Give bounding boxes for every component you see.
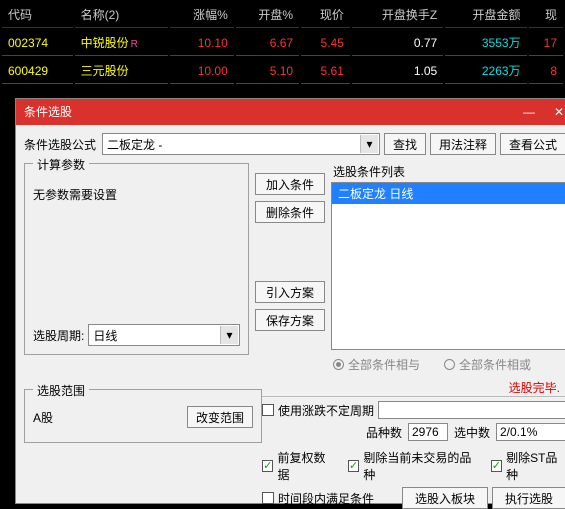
cell-price: 5.61 [301,58,350,84]
execute-button[interactable]: 执行选股 [492,487,565,509]
period-value: 日线 [93,327,117,344]
chevron-down-icon[interactable]: ▾ [360,135,378,153]
fq-label: 前复权数据 [277,449,334,483]
remove-untraded-checkbox[interactable] [348,460,359,472]
calc-params-group: 计算参数 无参数需要设置 选股周期: 日线 ▾ [24,163,249,355]
cell-openpct: 6.67 [236,30,299,56]
cell-name: 中锐股份R [75,30,169,56]
cell-code: 002374 [2,30,73,56]
calc-legend: 计算参数 [33,156,89,173]
range-legend: 选股范围 [33,382,89,399]
col-code[interactable]: 代码 [2,2,73,28]
kinds-label: 品种数 [366,424,402,441]
table-header-row: 代码 名称(2) 涨幅% 开盘% 现价 开盘换手Z 开盘金额 现 [2,2,563,28]
radio-icon [444,359,455,370]
hits-value: 2/0.1% [496,423,565,441]
col-extra[interactable]: 现 [529,2,563,28]
table-row[interactable]: 600429 三元股份 10.00 5.10 5.61 1.05 2263万 8 [2,58,563,84]
search-button[interactable]: 查找 [384,133,426,155]
add-condition-button[interactable]: 加入条件 [255,173,325,195]
delete-condition-button[interactable]: 删除条件 [255,201,325,223]
dialog-titlebar[interactable]: 条件选股 — ✕ [16,99,565,125]
use-period-label: 使用涨跌不定周期 [278,402,374,419]
cell-openpct: 5.10 [236,58,299,84]
cell-chg: 10.00 [170,58,233,84]
use-period-checkbox[interactable] [262,404,274,416]
stock-range-group: 选股范围 A股 改变范围 [24,389,262,443]
table-row[interactable]: 002374 中锐股份R 10.10 6.67 5.45 0.77 3553万 … [2,30,563,56]
col-turnover[interactable]: 开盘换手Z [352,2,443,28]
condition-stock-dialog: 条件选股 — ✕ 条件选股公式 二板定龙 - ▾ 查找 用法注释 查看公式 计算… [15,98,565,504]
remove-st-checkbox[interactable] [491,460,502,472]
cell-turnover: 1.05 [352,58,443,84]
radio-or[interactable]: 全部条件相或 [444,356,531,373]
radio-icon [333,359,344,370]
fq-checkbox[interactable] [262,460,273,472]
save-plan-button[interactable]: 保存方案 [255,309,325,331]
col-chg[interactable]: 涨幅% [170,2,233,28]
dialog-title: 条件选股 [24,105,72,119]
period-combo[interactable]: 日线 ▾ [88,324,240,346]
cell-extra: 17 [529,30,563,56]
col-name[interactable]: 名称(2) [75,2,169,28]
cell-name: 三元股份 [75,58,169,84]
condition-list-label: 选股条件列表 [333,163,565,180]
cell-amount: 3553万 [445,30,526,56]
formula-label: 条件选股公式 [24,136,98,153]
no-params-text: 无参数需要设置 [33,186,240,203]
cell-turnover: 0.77 [352,30,443,56]
chevron-down-icon[interactable]: ▾ [220,326,238,344]
col-price[interactable]: 现价 [301,2,350,28]
formula-combo[interactable]: 二板定龙 - ▾ [102,133,380,155]
cell-extra: 8 [529,58,563,84]
change-range-button[interactable]: 改变范围 [187,406,253,428]
minimize-icon[interactable]: — [514,99,544,125]
done-message: 选股完毕. [262,379,565,396]
flag-r: R [129,39,138,50]
period-label: 选股周期: [33,327,84,344]
cell-price: 5.45 [301,30,350,56]
to-block-button[interactable]: 选股入板块 [402,487,488,509]
hits-label: 选中数 [454,424,490,441]
remove-untraded-label: 剔除当前未交易的品种 [363,449,477,483]
cell-code: 600429 [2,58,73,84]
col-amount[interactable]: 开盘金额 [445,2,526,28]
cell-chg: 10.10 [170,30,233,56]
usage-button[interactable]: 用法注释 [430,133,496,155]
col-openpct[interactable]: 开盘% [236,2,299,28]
cell-amount: 2263万 [445,58,526,84]
list-item[interactable]: 二板定龙 日线 [332,183,565,204]
condition-listbox[interactable]: 二板定龙 日线 [331,182,565,350]
view-formula-button[interactable]: 查看公式 [500,133,565,155]
close-icon[interactable]: ✕ [544,99,565,125]
kinds-value: 2976 [408,423,448,441]
radio-and[interactable]: 全部条件相与 [333,356,420,373]
period-input[interactable] [378,401,565,419]
formula-value: 二板定龙 - [107,136,162,153]
import-plan-button[interactable]: 引入方案 [255,281,325,303]
stock-table: 代码 名称(2) 涨幅% 开盘% 现价 开盘换手Z 开盘金额 现 002374 … [0,0,565,86]
remove-st-label: 剔除ST品种 [506,449,565,483]
range-value: A股 [33,409,53,426]
time-range-checkbox[interactable] [262,492,274,504]
